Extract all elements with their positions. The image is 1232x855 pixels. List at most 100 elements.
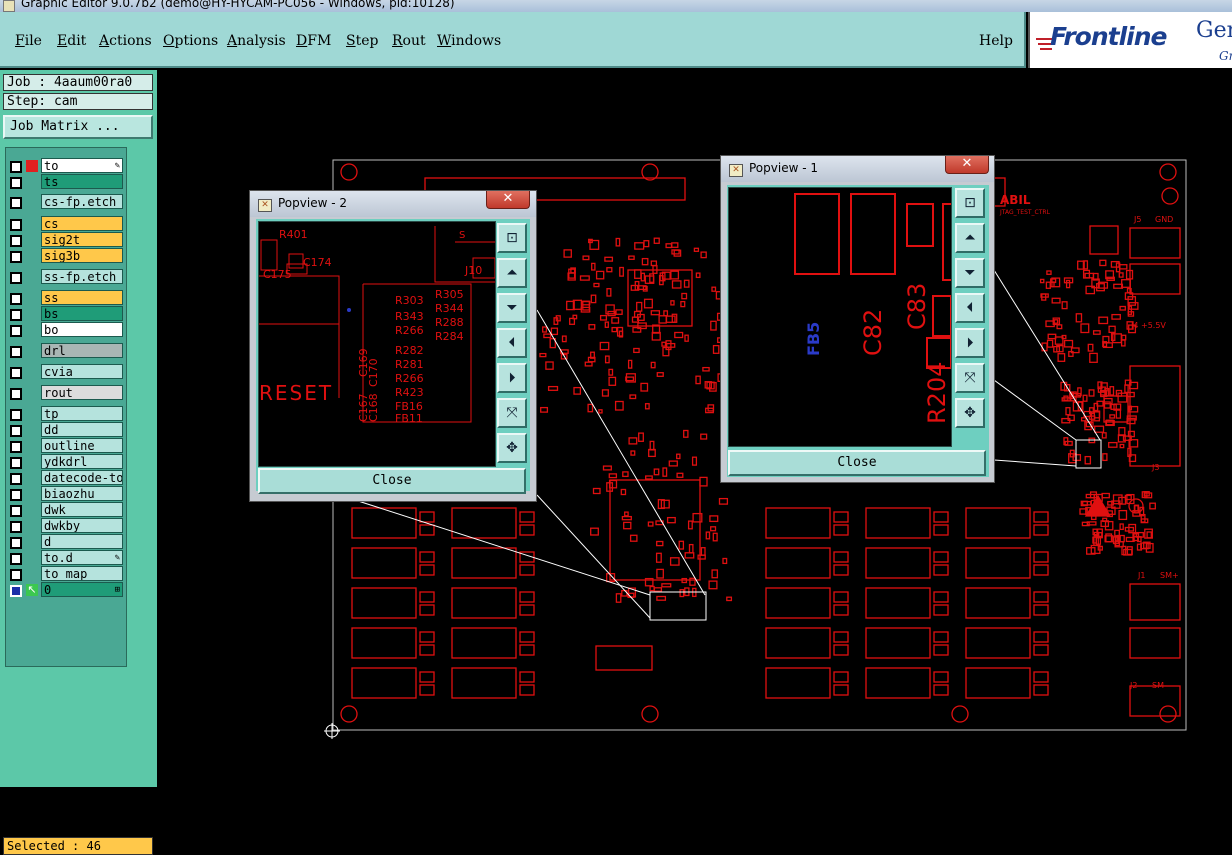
pan-right-button[interactable]: ⏵ xyxy=(497,363,527,393)
pan-down-button[interactable]: ⏷ xyxy=(497,293,527,323)
menu-windows[interactable]: Windows xyxy=(437,33,501,49)
layer-row-biaozhu[interactable]: biaozhu xyxy=(6,486,126,502)
layer-checkbox[interactable] xyxy=(10,425,22,437)
popview-1-close-x[interactable]: ✕ xyxy=(945,156,989,174)
layer-name[interactable]: tp xyxy=(41,406,123,421)
layer-name[interactable]: ss-fp.etch xyxy=(41,269,123,284)
layer-checkbox[interactable] xyxy=(10,521,22,533)
layer-checkbox[interactable] xyxy=(10,537,22,549)
layer-row-to[interactable]: to ✎ xyxy=(6,158,126,174)
menu-options[interactable]: Options xyxy=(163,33,218,49)
layer-row-d[interactable]: d xyxy=(6,534,126,550)
popview-2-close-x[interactable]: ✕ xyxy=(486,191,530,209)
layer-name[interactable]: datecode-to xyxy=(41,470,123,485)
popview-1-view[interactable]: FB5 C82 C83 R204 xyxy=(728,187,952,447)
menu-step[interactable]: Step xyxy=(346,33,378,49)
layer-checkbox[interactable] xyxy=(10,473,22,485)
layer-checkbox[interactable] xyxy=(10,235,22,247)
pan-left-button[interactable]: ⏴ xyxy=(497,328,527,358)
layer-checkbox[interactable] xyxy=(10,272,22,284)
layer-name[interactable]: drl xyxy=(41,343,123,358)
menu-dfm[interactable]: DFM xyxy=(296,33,331,49)
layer-row-dd[interactable]: dd xyxy=(6,422,126,438)
layer-name[interactable]: ts xyxy=(41,174,123,189)
pan-down-button[interactable]: ⏷ xyxy=(955,258,985,288)
layer-checkbox[interactable] xyxy=(10,569,22,581)
layer-checkbox[interactable] xyxy=(10,161,22,173)
layer-name[interactable]: bs xyxy=(41,306,123,321)
layer-checkbox[interactable] xyxy=(10,505,22,517)
popview-2-close-button[interactable]: Close xyxy=(258,468,526,494)
zoom-out-button[interactable]: ⤧ xyxy=(955,363,985,393)
layer-name[interactable]: d xyxy=(41,534,123,549)
menu-analysis[interactable]: Analysis xyxy=(227,33,286,49)
layer-row-bo[interactable]: bo xyxy=(6,322,126,338)
layer-row-0[interactable]: ↖ 0 ⊞ xyxy=(6,582,126,598)
popview-1-close-button[interactable]: Close xyxy=(728,450,986,476)
popview-2-view[interactable]: R401 C174 C175 RESET R303 R305 R343 R344 R266 R28… xyxy=(258,221,496,467)
layer-name[interactable]: biaozhu xyxy=(41,486,123,501)
layer-row-ss[interactable]: ss xyxy=(6,290,126,306)
layer-row-outline[interactable]: outline xyxy=(6,438,126,454)
popview-1-window[interactable]: ✕ Popview - 1 ✕ FB5 C82 C83 R204 ⊡ ⏶ ⏷ ⏴ ⏵ ⤧ ✥ Cl… xyxy=(720,155,995,483)
layer-name[interactable]: dwk xyxy=(41,502,123,517)
layer-checkbox[interactable] xyxy=(10,585,22,597)
pan-right-button[interactable]: ⏵ xyxy=(955,328,985,358)
layer-checkbox[interactable] xyxy=(10,197,22,209)
layer-name[interactable]: to.d ✎ xyxy=(41,550,123,565)
layer-row-dwkby[interactable]: dwkby xyxy=(6,518,126,534)
layer-name[interactable]: ydkdrl xyxy=(41,454,123,469)
zoom-in-button[interactable]: ✥ xyxy=(497,433,527,463)
layer-name[interactable]: rout xyxy=(41,385,123,400)
zoom-out-button[interactable]: ⤧ xyxy=(497,398,527,428)
layer-row-sig2t[interactable]: sig2t xyxy=(6,232,126,248)
menu-rout[interactable]: Rout xyxy=(392,33,426,49)
layer-row-tp[interactable]: tp xyxy=(6,406,126,422)
pan-up-button[interactable]: ⏶ xyxy=(955,223,985,253)
layer-row-cvia[interactable]: cvia xyxy=(6,364,126,380)
menu-help[interactable]: Help xyxy=(979,33,1013,49)
layer-checkbox[interactable] xyxy=(10,309,22,321)
layer-checkbox[interactable] xyxy=(10,293,22,305)
layer-name[interactable]: cs xyxy=(41,216,123,231)
layer-checkbox[interactable] xyxy=(10,457,22,469)
job-matrix-button[interactable]: Job Matrix ... xyxy=(3,115,153,139)
zoom-fit-button[interactable]: ⊡ xyxy=(497,223,527,253)
layer-row-datecode-to[interactable]: datecode-to xyxy=(6,470,126,486)
layer-name[interactable]: sig3b xyxy=(41,248,123,263)
layer-checkbox[interactable] xyxy=(10,441,22,453)
layer-checkbox[interactable] xyxy=(10,219,22,231)
popview-2-window[interactable]: ✕ Popview - 2 ✕ R401 C174 C175 RESET R303 R30… xyxy=(249,190,537,502)
layer-name[interactable]: dd xyxy=(41,422,123,437)
layer-row-drl[interactable]: drl xyxy=(6,343,126,359)
menu-actions[interactable]: Actions xyxy=(99,33,152,49)
layer-checkbox[interactable] xyxy=(10,346,22,358)
layer-name[interactable]: cvia xyxy=(41,364,123,379)
zoom-in-button[interactable]: ✥ xyxy=(955,398,985,428)
layer-name[interactable]: bo xyxy=(41,322,123,337)
layer-checkbox[interactable] xyxy=(10,325,22,337)
layer-name[interactable]: 0 ⊞ xyxy=(41,582,123,597)
layer-name[interactable]: dwkby xyxy=(41,518,123,533)
pan-up-button[interactable]: ⏶ xyxy=(497,258,527,288)
layer-row-cs[interactable]: cs xyxy=(6,216,126,232)
layer-name[interactable]: cs-fp.etch xyxy=(41,194,123,209)
layer-row-to.d[interactable]: to.d ✎ xyxy=(6,550,126,566)
layer-checkbox[interactable] xyxy=(10,251,22,263)
layer-name[interactable]: sig2t xyxy=(41,232,123,247)
layer-checkbox[interactable] xyxy=(10,367,22,379)
pan-left-button[interactable]: ⏴ xyxy=(955,293,985,323)
layer-row-ts[interactable]: ts xyxy=(6,174,126,190)
layer-row-dwk[interactable]: dwk xyxy=(6,502,126,518)
layer-row-to_map[interactable]: to_map xyxy=(6,566,126,582)
layer-checkbox[interactable] xyxy=(10,409,22,421)
layer-row-ydkdrl[interactable]: ydkdrl xyxy=(6,454,126,470)
layer-row-sig3b[interactable]: sig3b xyxy=(6,248,126,264)
layer-checkbox[interactable] xyxy=(10,388,22,400)
zoom-fit-button[interactable]: ⊡ xyxy=(955,188,985,218)
layer-row-cs-fp.etch[interactable]: cs-fp.etch xyxy=(6,194,126,210)
layer-checkbox[interactable] xyxy=(10,177,22,189)
menu-edit[interactable]: Edit xyxy=(57,33,86,49)
menu-file[interactable]: File xyxy=(15,33,42,49)
layer-name[interactable]: ss xyxy=(41,290,123,305)
